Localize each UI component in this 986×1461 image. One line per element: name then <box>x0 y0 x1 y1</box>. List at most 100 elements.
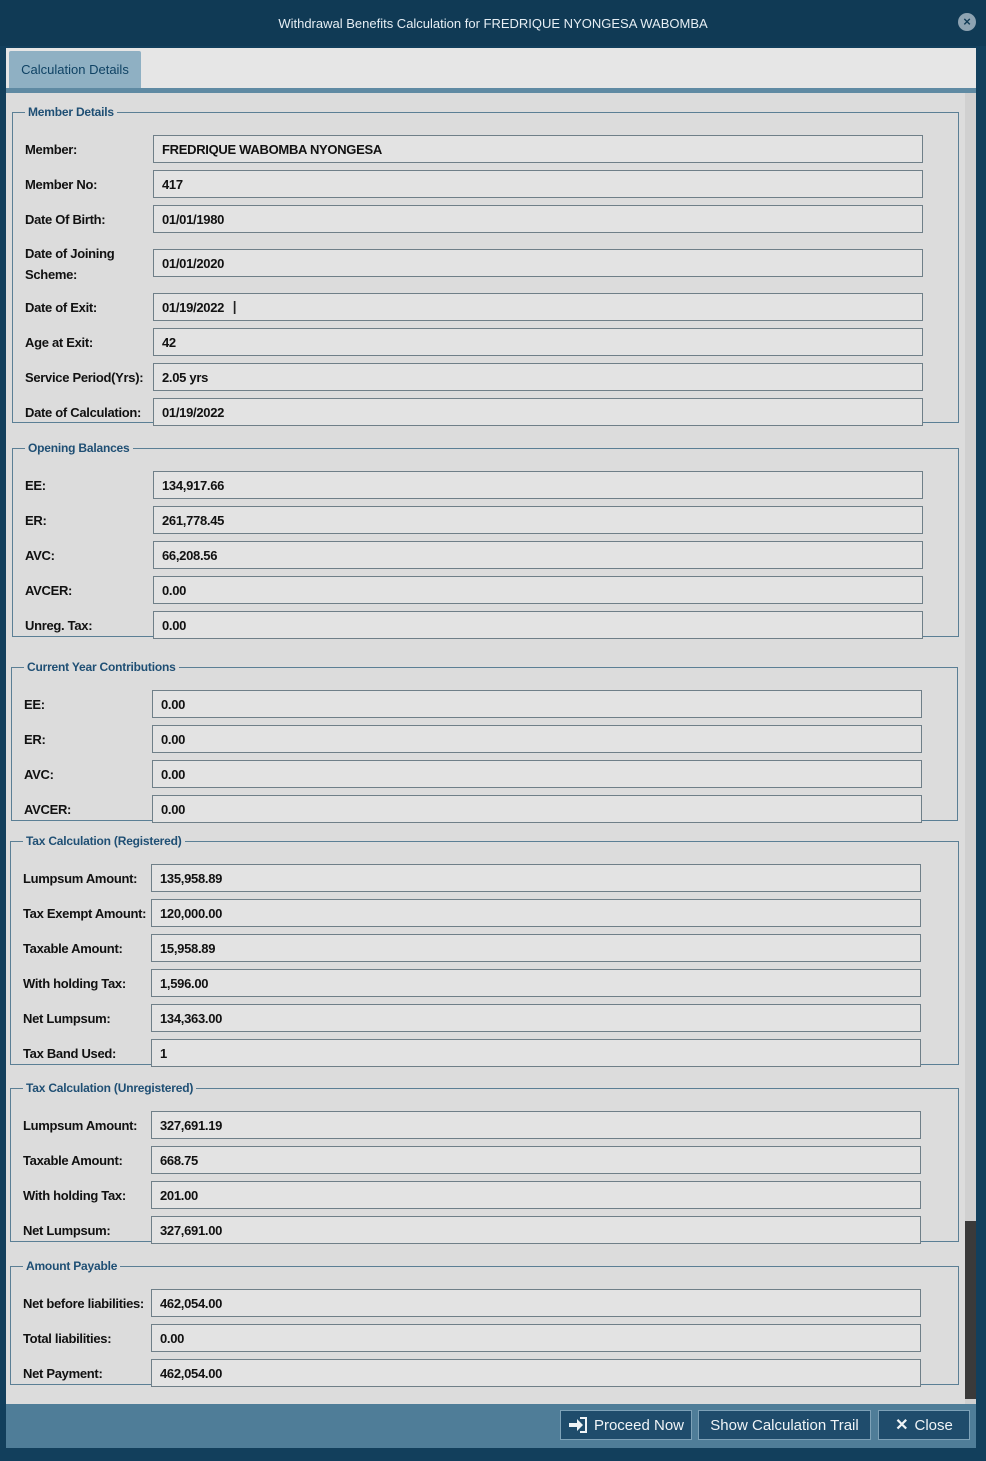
field-row: Net Lumpsum: 134,363.00 <box>11 1004 958 1034</box>
opening-ee-field[interactable]: 134,917.66 <box>153 471 923 499</box>
field-label: EE: <box>24 697 45 712</box>
section-legend: Opening Balances <box>28 441 130 455</box>
field-label: ER: <box>25 513 47 528</box>
field-label: Member: <box>25 142 78 157</box>
field-label: Member No: <box>25 177 98 192</box>
opening-avc-field[interactable]: 66,208.56 <box>153 541 923 569</box>
tab-calculation-details[interactable]: Calculation Details <box>9 51 141 88</box>
opening-avcer-field[interactable]: 0.00 <box>153 576 923 604</box>
section-legend: Tax Calculation (Unregistered) <box>26 1081 194 1095</box>
dob-field[interactable]: 01/01/1980 <box>153 205 923 233</box>
field-row: With holding Tax: 201.00 <box>11 1181 958 1211</box>
opening-balances-section: Opening Balances EE: 134,917.66 ER: 261,… <box>12 441 959 639</box>
title-bar: Withdrawal Benefits Calculation for FRED… <box>0 0 986 46</box>
field-label: Net Payment: <box>23 1366 103 1381</box>
member-details-section: Member Details Member: FREDRIQUE WABOMBA… <box>12 105 959 426</box>
close-button[interactable]: ✕ Close <box>878 1410 970 1440</box>
amount-payable-section: Amount Payable Net before liabilities: 4… <box>10 1259 959 1387</box>
field-row-joining: Date of Joining Scheme: 01/01/2020 <box>13 246 958 282</box>
field-row: Tax Band Used: 1 <box>11 1039 958 1069</box>
field-row: Taxable Amount: 15,958.89 <box>11 934 958 964</box>
reg-taxable-field[interactable]: 15,958.89 <box>151 934 921 962</box>
field-label: Tax Band Used: <box>23 1046 117 1061</box>
age-field[interactable]: 42 <box>153 328 923 356</box>
scrollbar[interactable] <box>965 93 976 1404</box>
field-label: Date Of Birth: <box>25 212 106 227</box>
field-row: AVC: 66,208.56 <box>13 541 958 571</box>
field-row: AVC: 0.00 <box>12 760 957 790</box>
button-label: Proceed Now <box>593 1416 685 1434</box>
exit-date-field[interactable]: 01/19/2022 I <box>153 293 923 321</box>
field-label: EE: <box>25 478 46 493</box>
reg-withholding-field[interactable]: 1,596.00 <box>151 969 921 997</box>
unreg-withholding-field[interactable]: 201.00 <box>151 1181 921 1209</box>
reg-net-lumpsum-field[interactable]: 134,363.00 <box>151 1004 921 1032</box>
unreg-net-lumpsum-field[interactable]: 327,691.00 <box>151 1216 921 1244</box>
scroll-area: Member Details Member: FREDRIQUE WABOMBA… <box>6 93 976 1404</box>
reg-tax-band-field[interactable]: 1 <box>151 1039 921 1067</box>
unreg-lumpsum-field[interactable]: 327,691.19 <box>151 1111 921 1139</box>
calc-date-field[interactable]: 01/19/2022 <box>153 398 923 426</box>
field-row: Net Payment: 462,054.00 <box>11 1359 958 1389</box>
field-row: With holding Tax: 1,596.00 <box>11 969 958 999</box>
field-label: Net before liabilities: <box>23 1296 144 1311</box>
field-label: Service Period(Yrs): <box>25 370 144 385</box>
field-row: Unreg. Tax: 0.00 <box>13 611 958 641</box>
field-label: Net Lumpsum: <box>23 1223 111 1238</box>
field-row-member-no: Member No: 417 <box>13 170 958 200</box>
scrollbar-thumb[interactable] <box>965 1221 976 1399</box>
field-row: Lumpsum Amount: 135,958.89 <box>11 864 958 894</box>
close-icon: ✕ <box>895 1417 909 1434</box>
field-row-dob: Date Of Birth: 01/01/1980 <box>13 205 958 235</box>
field-row: Net before liabilities: 462,054.00 <box>11 1289 958 1319</box>
section-legend: Member Details <box>28 105 114 119</box>
close-icon[interactable]: × <box>958 13 976 31</box>
field-row: EE: 134,917.66 <box>13 471 958 501</box>
field-row-calc-date: Date of Calculation: 01/19/2022 <box>13 398 958 428</box>
field-label: Taxable Amount: <box>23 941 123 956</box>
net-before-liabilities-field[interactable]: 462,054.00 <box>151 1289 921 1317</box>
window-title: Withdrawal Benefits Calculation for FRED… <box>278 15 708 31</box>
field-row-exit: Date of Exit: 01/19/2022 I <box>13 293 958 323</box>
field-row: AVCER: 0.00 <box>12 795 957 825</box>
withdrawal-dialog: Withdrawal Benefits Calculation for FRED… <box>0 0 986 1461</box>
net-payment-field[interactable]: 462,054.00 <box>151 1359 921 1387</box>
member-name-field[interactable]: FREDRIQUE WABOMBA NYONGESA <box>153 135 923 163</box>
field-row: Lumpsum Amount: 327,691.19 <box>11 1111 958 1141</box>
field-label: Lumpsum Amount: <box>23 871 138 886</box>
field-label: Lumpsum Amount: <box>23 1118 138 1133</box>
current-ee-field[interactable]: 0.00 <box>152 690 922 718</box>
tab-label: Calculation Details <box>21 62 129 77</box>
show-calculation-trail-button[interactable]: Show Calculation Trail <box>698 1410 871 1440</box>
section-legend: Current Year Contributions <box>27 660 176 674</box>
reg-tax-exempt-field[interactable]: 120,000.00 <box>151 899 921 927</box>
tab-strip: Calculation Details <box>6 48 976 93</box>
unreg-taxable-field[interactable]: 668.75 <box>151 1146 921 1174</box>
service-period-field[interactable]: 2.05 yrs <box>153 363 923 391</box>
reg-lumpsum-field[interactable]: 135,958.89 <box>151 864 921 892</box>
proceed-now-button[interactable]: Proceed Now <box>560 1410 692 1440</box>
field-row-age: Age at Exit: 42 <box>13 328 958 358</box>
current-avc-field[interactable]: 0.00 <box>152 760 922 788</box>
current-avcer-field[interactable]: 0.00 <box>152 795 922 823</box>
field-row: Net Lumpsum: 327,691.00 <box>11 1216 958 1246</box>
field-label: AVC: <box>25 548 55 563</box>
field-label: Net Lumpsum: <box>23 1011 111 1026</box>
field-label: Date of Calculation: <box>25 405 142 420</box>
opening-er-field[interactable]: 261,778.45 <box>153 506 923 534</box>
total-liabilities-field[interactable]: 0.00 <box>151 1324 921 1352</box>
field-label: Tax Exempt Amount: <box>23 906 147 921</box>
field-label: Taxable Amount: <box>23 1153 123 1168</box>
field-label: Date of Exit: <box>25 300 97 315</box>
joining-date-field[interactable]: 01/01/2020 <box>153 249 923 277</box>
field-row-service: Service Period(Yrs): 2.05 yrs <box>13 363 958 393</box>
current-er-field[interactable]: 0.00 <box>152 725 922 753</box>
field-label: AVCER: <box>24 802 72 817</box>
field-row: ER: 261,778.45 <box>13 506 958 536</box>
button-bar: Proceed Now Show Calculation Trail ✕ Clo… <box>6 1404 976 1448</box>
field-label: With holding Tax: <box>23 976 126 991</box>
opening-unreg-tax-field[interactable]: 0.00 <box>153 611 923 639</box>
field-row: Tax Exempt Amount: 120,000.00 <box>11 899 958 929</box>
field-row: EE: 0.00 <box>12 690 957 720</box>
member-no-field[interactable]: 417 <box>153 170 923 198</box>
